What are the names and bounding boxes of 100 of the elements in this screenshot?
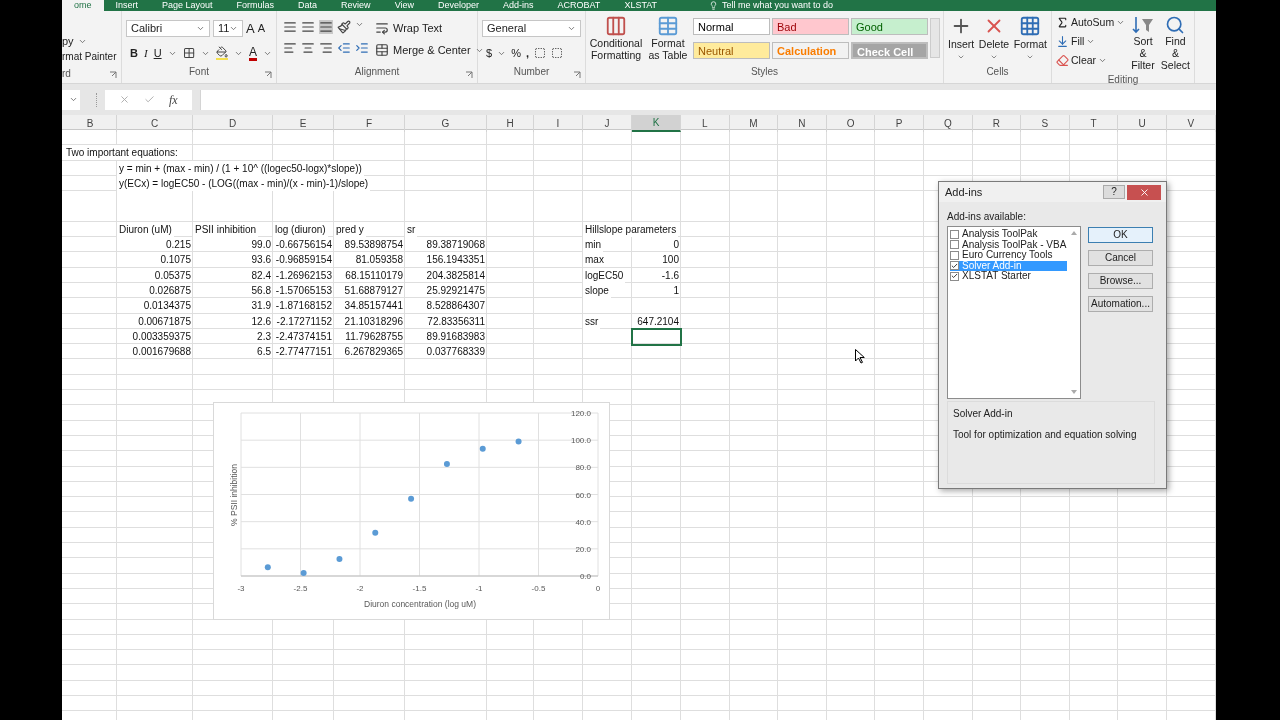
add-ins-list[interactable]: Analysis ToolPak Analysis ToolPak - VBA Euro Currency Tools Solver Add-in XLSTAT Starter xyxy=(947,226,1081,399)
italic-button[interactable]: I xyxy=(143,45,148,62)
number-format-field[interactable]: General xyxy=(482,20,581,37)
format-painter-button[interactable]: rmat Painter xyxy=(62,49,117,65)
borders-icon[interactable] xyxy=(182,46,195,61)
currency-button[interactable]: $ xyxy=(486,45,493,62)
comma-button[interactable]: , xyxy=(525,45,529,62)
dialog-button[interactable]: Automation... xyxy=(1088,296,1153,312)
add-in-item[interactable]: Euro Currency Tools xyxy=(950,250,1067,261)
axis-label: 60.0 xyxy=(575,490,591,500)
close-icon xyxy=(1138,186,1150,198)
cell-style-option[interactable]: Bad xyxy=(772,18,850,35)
ribbon-tab[interactable]: Add-ins xyxy=(491,0,546,11)
font-color-button[interactable]: A xyxy=(249,45,257,61)
add-in-item[interactable]: Analysis ToolPak xyxy=(950,229,1067,240)
ribbon-tab[interactable]: Review xyxy=(329,0,383,11)
insert-function-button[interactable]: fx xyxy=(169,90,178,109)
add-in-item[interactable]: XLSTAT Starter xyxy=(950,271,1067,282)
axis-label: -3 xyxy=(237,584,245,593)
font-size-field[interactable]: 11 xyxy=(213,20,243,37)
bold-button[interactable]: B xyxy=(130,45,138,62)
checkbox[interactable] xyxy=(950,229,959,239)
active-cell[interactable] xyxy=(631,327,682,346)
sort-filter-button[interactable]: Sort & Filter xyxy=(1129,15,1157,71)
group-label: Font xyxy=(189,65,209,77)
column-header[interactable]: K xyxy=(632,115,681,132)
axis-label: -2 xyxy=(356,584,364,593)
ribbon-tab[interactable]: ACROBAT xyxy=(545,0,613,11)
cells-button[interactable]: Insert xyxy=(948,15,975,61)
top-align-icon[interactable] xyxy=(283,20,297,34)
scroll-down-icon[interactable] xyxy=(1070,390,1077,394)
decrease-indent-icon[interactable] xyxy=(337,41,351,55)
cancel-icon[interactable] xyxy=(119,94,130,105)
cell-style-option[interactable]: Good xyxy=(851,18,929,35)
scatter-chart[interactable]: -3 -2.5 -2 -1.5 -1 -0.5 0 0.0 20.0 40.0 60.0 80.0 100.0 120.0 Diuron concentration (log uM) % PSII inhibition xyxy=(213,402,610,620)
checkbox[interactable] xyxy=(950,250,959,260)
ribbon-tab[interactable]: Formulas xyxy=(224,0,287,11)
fill-down-icon xyxy=(1056,35,1069,49)
middle-align-icon[interactable] xyxy=(301,20,315,34)
merge-cells-icon xyxy=(375,43,389,57)
dialog-button[interactable]: Browse... xyxy=(1088,273,1153,289)
ribbon-tab[interactable]: View xyxy=(382,0,426,11)
table-cell-text: 0.026875 xyxy=(149,283,192,298)
formula-input[interactable] xyxy=(199,89,1216,110)
axis-label: -1.5 xyxy=(412,584,427,593)
ribbon-tab[interactable]: XLSTAT xyxy=(612,0,670,11)
table-cell-text: 93.6 xyxy=(251,253,272,268)
cell-style-option[interactable]: Neutral xyxy=(693,42,770,59)
percent-button[interactable]: % xyxy=(511,45,521,62)
table-cell-text: -2.47374151 xyxy=(275,329,333,344)
cells-button[interactable]: Delete xyxy=(978,15,1010,61)
align-center-icon[interactable] xyxy=(301,41,315,55)
ribbon-tab[interactable]: Insert xyxy=(103,0,151,11)
wrap-text-button[interactable]: Wrap Text xyxy=(375,20,484,36)
close-button[interactable] xyxy=(1127,184,1161,200)
table-cell-text: 89.91683983 xyxy=(426,329,486,344)
format-as-table-button[interactable]: Format as Table xyxy=(646,15,690,61)
group-label: Styles xyxy=(750,65,779,77)
help-button[interactable]: ? xyxy=(1103,185,1125,199)
dialog-launcher-icon[interactable] xyxy=(573,71,581,79)
scroll-up-icon[interactable] xyxy=(1070,231,1077,235)
ribbon-tab[interactable]: ome xyxy=(62,0,104,11)
dialog-launcher-icon[interactable] xyxy=(109,71,117,79)
merge-center-button[interactable]: Merge & Center xyxy=(375,42,484,58)
table-cell-text: -2.17271152 xyxy=(276,314,333,329)
ribbon-tab[interactable]: Page Layout xyxy=(150,0,225,11)
font-name-field[interactable]: Calibri xyxy=(126,20,210,37)
add-in-item[interactable]: Analysis ToolPak - VBA xyxy=(950,239,1067,250)
checkbox[interactable] xyxy=(950,271,959,281)
clear-button[interactable]: Clear xyxy=(1056,52,1126,69)
table-cell-text: 99.0 xyxy=(251,238,272,253)
find-select-button[interactable]: Find & Select xyxy=(1160,15,1190,71)
cells-button[interactable]: Format xyxy=(1013,15,1047,61)
bottom-align-icon[interactable] xyxy=(319,20,333,34)
increase-indent-icon[interactable] xyxy=(355,41,369,55)
align-right-icon[interactable] xyxy=(319,41,333,55)
table-cell-text: 82.4 xyxy=(251,268,272,283)
checkbox[interactable] xyxy=(950,240,959,250)
fill-button[interactable]: Fill xyxy=(1056,33,1126,50)
shrink-font-button[interactable]: A xyxy=(257,23,265,34)
grow-font-button[interactable]: A xyxy=(246,22,255,35)
data-point xyxy=(264,564,271,571)
dialog-launcher-icon[interactable] xyxy=(465,71,473,79)
mouse-pointer-icon xyxy=(855,349,865,364)
dialog-launcher-icon[interactable] xyxy=(264,71,272,79)
autosum-button[interactable]: AutoSum xyxy=(1056,15,1126,31)
cell-style-option[interactable]: Normal xyxy=(693,18,770,35)
align-left-icon[interactable] xyxy=(283,41,297,55)
tell-me-field[interactable]: Tell me what you want to do xyxy=(722,0,834,11)
checkbox[interactable] xyxy=(950,261,959,271)
dialog-button[interactable]: OK xyxy=(1088,227,1153,243)
underline-button[interactable]: U xyxy=(153,45,162,62)
ribbon-tab[interactable]: Data xyxy=(286,0,330,11)
fill-color-icon[interactable] xyxy=(215,46,228,61)
data-point xyxy=(515,438,522,445)
ribbon-tab[interactable]: Developer xyxy=(426,0,491,11)
conditional-formatting-button[interactable]: Conditional Formatting xyxy=(589,15,643,61)
table-cell-text: 11.79628755 xyxy=(345,329,404,344)
dialog-button[interactable]: Cancel xyxy=(1088,250,1153,266)
copy-button[interactable]: py xyxy=(62,32,74,50)
